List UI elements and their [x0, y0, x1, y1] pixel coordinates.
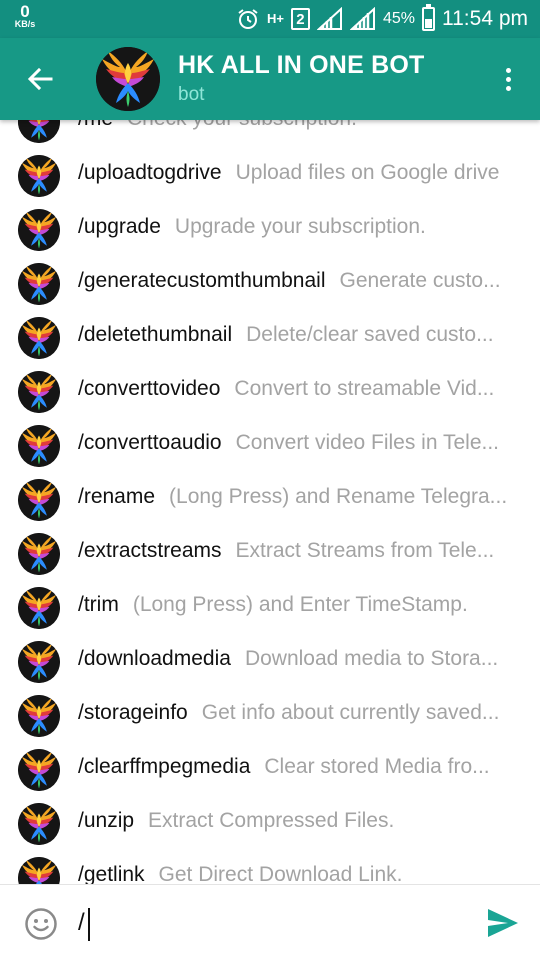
command-description: Download media to Stora...: [244, 647, 499, 670]
command-name: /extractstreams: [78, 539, 222, 562]
bot-avatar: [18, 857, 60, 884]
network-speed-indicator: 0 KB/s: [10, 3, 40, 29]
command-item[interactable]: /storageinfo Get info about currently sav…: [0, 687, 540, 741]
command-name: /downloadmedia: [78, 647, 231, 670]
chat-title[interactable]: HK ALL IN ONE BOT: [178, 51, 424, 80]
bot-avatar: [18, 155, 60, 197]
back-arrow-icon: [27, 67, 53, 91]
battery-percent: 45%: [382, 10, 415, 27]
command-suggestion-list: /me Check your subscription. /uploadtogdr…: [0, 120, 540, 884]
command-name: /storageinfo: [78, 701, 188, 724]
command-item[interactable]: /converttovideo Convert to streamable Vid…: [0, 363, 540, 417]
bot-avatar: [18, 263, 60, 305]
command-name: /clearffmpegmedia: [78, 755, 251, 778]
status-bar: 0 KB/s H+ 2 45% 11:54 pm: [0, 0, 540, 38]
command-name: /trim: [78, 593, 119, 616]
send-icon[interactable]: [486, 907, 520, 939]
command-description: (Long Press) and Rename Telegra...: [169, 485, 508, 508]
battery-icon: [422, 4, 435, 31]
command-description: Extract Compressed Files.: [148, 809, 395, 832]
bot-avatar: [18, 317, 60, 359]
command-name: /converttoaudio: [78, 431, 222, 454]
command-description: Clear stored Media fro...: [264, 755, 490, 778]
command-item[interactable]: /rename (Long Press) and Rename Telegra..…: [0, 471, 540, 525]
command-name: /me: [78, 120, 113, 130]
clock: 11:54 pm: [442, 7, 528, 30]
text-cursor: [88, 908, 90, 941]
command-item[interactable]: /getlink Get Direct Download Link.: [0, 849, 540, 884]
command-item[interactable]: /uploadtogdrive Upload files on Google dr…: [0, 147, 540, 201]
command-description: Get info about currently saved...: [201, 701, 500, 724]
command-name: /converttovideo: [78, 377, 221, 400]
bot-avatar: [18, 120, 60, 143]
bot-avatar: [18, 749, 60, 791]
command-item[interactable]: /downloadmedia Download media to Stora...: [0, 633, 540, 687]
signal-icon: [349, 7, 376, 31]
command-description: Check your subscription.: [127, 120, 357, 130]
command-description: Generate custo...: [339, 269, 501, 292]
command-item[interactable]: /me Check your subscription.: [0, 120, 540, 147]
bot-avatar: [18, 425, 60, 467]
emoji-icon[interactable]: [24, 907, 58, 941]
bot-avatar[interactable]: [96, 47, 160, 111]
command-name: /generatecustomthumbnail: [78, 269, 326, 292]
command-description: Upgrade your subscription.: [174, 215, 426, 238]
more-options-icon[interactable]: [498, 62, 518, 96]
bot-avatar: [18, 641, 60, 683]
command-name: /getlink: [78, 863, 145, 884]
command-description: Extract Streams from Tele...: [235, 539, 495, 562]
bot-avatar: [18, 209, 60, 251]
bot-avatar: [18, 371, 60, 413]
bot-avatar: [18, 695, 60, 737]
network-speed-value: 0: [20, 2, 30, 21]
command-item[interactable]: /deletethumbnail Delete/clear saved custo…: [0, 309, 540, 363]
chat-subtitle: bot: [178, 84, 205, 105]
command-item[interactable]: /upgrade Upgrade your subscription.: [0, 201, 540, 255]
command-name: /unzip: [78, 809, 135, 832]
bot-avatar: [18, 803, 60, 845]
alarm-icon: [236, 7, 260, 31]
command-item[interactable]: /generatecustomthumbnail Generate custo..…: [0, 255, 540, 309]
bot-avatar: [18, 479, 60, 521]
command-description: Upload files on Google drive: [235, 161, 500, 184]
command-item[interactable]: /clearffmpegmedia Clear stored Media fro.…: [0, 741, 540, 795]
command-description: Convert video Files in Tele...: [235, 431, 500, 454]
command-description: Convert to streamable Vid...: [234, 377, 495, 400]
chat-header: HK ALL IN ONE BOT bot: [0, 38, 540, 120]
command-name: /uploadtogdrive: [78, 161, 222, 184]
bot-avatar: [18, 587, 60, 629]
sim-2-icon: 2: [290, 8, 310, 30]
message-input[interactable]: [78, 903, 458, 943]
command-item[interactable]: /extractstreams Extract Streams from Tele…: [0, 525, 540, 579]
network-speed-unit: KB/s: [14, 19, 36, 29]
command-name: /upgrade: [78, 215, 161, 238]
network-type-icon: H+: [266, 11, 284, 26]
command-description: Delete/clear saved custo...: [246, 323, 494, 346]
command-item[interactable]: /converttoaudio Convert video Files in Te…: [0, 417, 540, 471]
command-description: Get Direct Download Link.: [158, 863, 403, 884]
signal-icon: [316, 7, 343, 31]
command-name: /deletethumbnail: [78, 323, 233, 346]
command-description: (Long Press) and Enter TimeStamp.: [132, 593, 468, 616]
back-button[interactable]: [22, 62, 58, 96]
command-name: /rename: [78, 485, 156, 508]
bot-avatar: [18, 533, 60, 575]
command-item[interactable]: /unzip Extract Compressed Files.: [0, 795, 540, 849]
command-item[interactable]: /trim (Long Press) and Enter TimeStamp.: [0, 579, 540, 633]
message-composer: [0, 884, 540, 960]
